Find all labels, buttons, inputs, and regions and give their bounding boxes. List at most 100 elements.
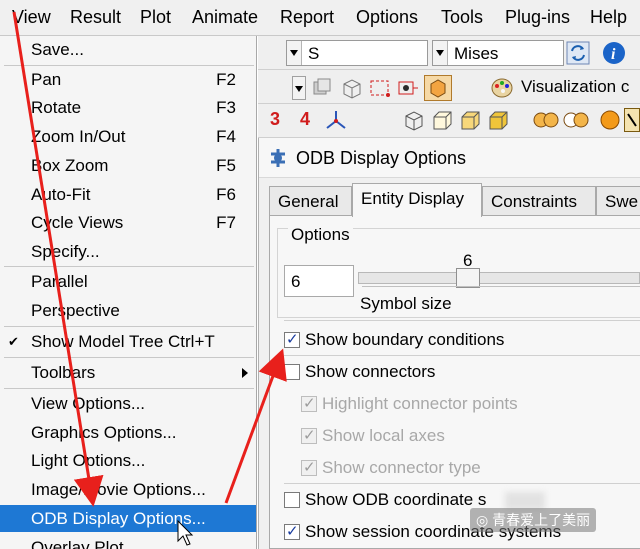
menu-item-shortcut: F7 [216, 213, 236, 232]
checkbox-label: Show local axes [322, 426, 445, 445]
menu-item-toolbars[interactable]: Toolbars [0, 359, 256, 386]
menu-item-label: Save... [31, 40, 84, 59]
menu-item-light-options[interactable]: Light Options... [0, 447, 256, 474]
tab-label: Constraints [491, 192, 577, 211]
tab-constraints[interactable]: Constraints [482, 186, 596, 216]
tab-entity-display[interactable]: Entity Display [352, 183, 482, 217]
menu-item-image-movie-options[interactable]: Image/Movie Options... [0, 476, 256, 503]
highlight-connector-points-checkbox[interactable]: Highlight connector points [301, 391, 640, 417]
menu-item-cycle-views[interactable]: Cycle Views F7 [0, 209, 256, 236]
symbol-size-slider-track[interactable] [358, 272, 640, 284]
show-connector-type-checkbox[interactable]: Show connector type [301, 455, 640, 481]
menu-item-box-zoom[interactable]: Box Zoom F5 [0, 152, 256, 179]
wechat-icon: ◎ [476, 512, 493, 528]
checkbox-box [284, 522, 300, 540]
menu-item-show-model-tree[interactable]: ✔ Show Model Tree Ctrl+T [0, 328, 256, 355]
symbol-size-slider-thumb[interactable] [456, 268, 480, 288]
box-select-icon[interactable] [368, 76, 392, 100]
invariant-combo-value: Mises [454, 44, 499, 63]
slider-ticks [362, 286, 640, 291]
svg-text:i: i [611, 46, 616, 63]
axis-triad-icon[interactable] [324, 108, 348, 132]
checkbox-label: Highlight connector points [322, 394, 518, 413]
cube-select-icon[interactable] [340, 76, 364, 100]
checkbox-label: Show boundary conditions [305, 330, 505, 349]
menu-item-graphics-options[interactable]: Graphics Options... [0, 419, 256, 446]
menu-item-label: Rotate [31, 98, 82, 117]
variable-combo-value: S [308, 44, 320, 63]
menu-item-specify[interactable]: Specify... [0, 238, 256, 265]
tab-general[interactable]: General [269, 186, 352, 216]
divider [284, 355, 640, 356]
menu-item-zoom[interactable]: Zoom In/Out F4 [0, 123, 256, 150]
menu-item-odb-display-options[interactable]: ODB Display Options... [0, 505, 256, 532]
menu-item-shortcut: F3 [216, 98, 236, 117]
menu-item-perspective[interactable]: Perspective [0, 297, 256, 324]
info-icon[interactable]: i [602, 41, 626, 65]
menu-item-auto-fit[interactable]: Auto-Fit F6 [0, 181, 256, 208]
toolbar-row-3: 3 4 [258, 104, 640, 138]
checkbox-label: Show connectors [305, 362, 436, 381]
view-number-4[interactable]: 4 [300, 109, 310, 130]
menu-animate[interactable]: Animate [192, 7, 258, 28]
dialog-titlebar[interactable]: ODB Display Options [259, 138, 640, 178]
menu-item-save[interactable]: Save... [0, 36, 256, 63]
menu-item-label: Overlay Plot [31, 538, 124, 549]
node-select-icon[interactable] [396, 76, 420, 100]
menu-item-pan[interactable]: Pan F2 [0, 66, 256, 93]
chevron-down-icon [287, 41, 302, 65]
menu-item-label: Pan [31, 70, 62, 89]
menu-item-label: Perspective [31, 301, 120, 320]
sphere-icon[interactable] [598, 108, 622, 132]
top-view-icon[interactable] [458, 108, 482, 132]
palette-icon[interactable] [490, 76, 514, 100]
symbol-size-field[interactable]: 6 [284, 265, 354, 297]
checkbox-box [301, 426, 317, 444]
menu-separator [4, 388, 254, 389]
menu-separator [4, 357, 254, 358]
menu-item-rotate[interactable]: Rotate F3 [0, 94, 256, 121]
query-icon[interactable] [624, 108, 640, 132]
chevron-down-icon[interactable] [292, 76, 306, 100]
divider [284, 320, 640, 321]
shade-icon[interactable] [532, 108, 560, 132]
menu-view[interactable]: View [12, 7, 51, 28]
menu-item-parallel[interactable]: Parallel [0, 268, 256, 295]
options-group-label: Options [288, 225, 353, 245]
menu-result[interactable]: Result [70, 7, 121, 28]
sync-icon[interactable] [566, 41, 590, 65]
hidden-icon[interactable] [562, 108, 590, 132]
tab-sweep[interactable]: Swe [596, 186, 640, 216]
front-view-icon[interactable] [430, 108, 454, 132]
dialog-tabs: General Entity Display Constraints Swe [269, 183, 640, 217]
display-group-icon[interactable] [310, 76, 334, 100]
menu-plugins[interactable]: Plug-ins [505, 7, 570, 28]
menu-item-view-options[interactable]: View Options... [0, 390, 256, 417]
menu-help[interactable]: Help [590, 7, 627, 28]
chevron-down-icon [433, 41, 448, 65]
side-view-icon[interactable] [486, 108, 510, 132]
view-menu: Save... Pan F2 Rotate F3 Zoom In/Out F4 Box… [0, 36, 257, 549]
menu-tools[interactable]: Tools [441, 7, 483, 28]
checkbox-label: Show ODB coordinate s [305, 490, 487, 509]
menu-item-shortcut: F6 [216, 185, 236, 204]
iso-view-icon[interactable] [402, 108, 426, 132]
menu-report[interactable]: Report [280, 7, 334, 28]
menu-item-label: Light Options... [31, 451, 146, 470]
render-style-icon[interactable] [424, 75, 452, 101]
invariant-combo[interactable]: Mises [432, 40, 564, 66]
menu-separator [4, 266, 254, 267]
menu-item-overlay-plot[interactable]: Overlay Plot [0, 534, 256, 549]
menu-item-label: Specify... [31, 242, 100, 261]
menu-options[interactable]: Options [356, 7, 418, 28]
divider [284, 483, 640, 484]
variable-combo[interactable]: S [286, 40, 428, 66]
menu-item-shortcut: F5 [216, 156, 236, 175]
show-boundary-conditions-checkbox[interactable]: Show boundary conditions [284, 327, 640, 353]
toolbar-row-2: Visualization c [258, 70, 640, 104]
menu-plot[interactable]: Plot [140, 7, 171, 28]
show-connectors-checkbox[interactable]: Show connectors [284, 359, 640, 385]
view-number-3[interactable]: 3 [270, 109, 280, 130]
show-local-axes-checkbox[interactable]: Show local axes [301, 423, 640, 449]
symbol-size-field-value: 6 [291, 272, 301, 291]
